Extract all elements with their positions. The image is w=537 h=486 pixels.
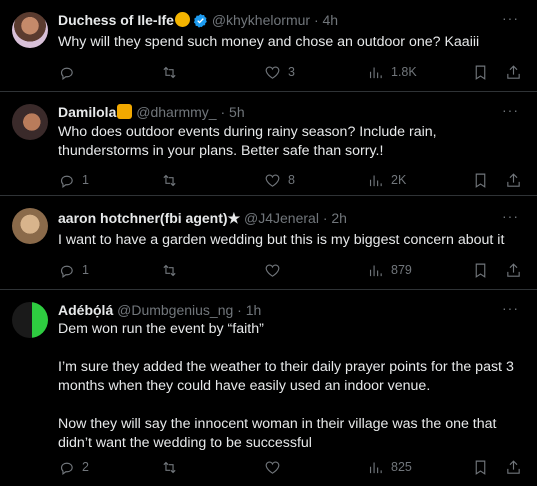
like-count: 8 <box>288 173 295 187</box>
views-icon <box>369 462 382 473</box>
author-name[interactable]: Adébọ́lá <box>58 302 113 318</box>
tweet-time[interactable]: 1h <box>246 302 262 318</box>
more-icon[interactable]: ··· <box>502 300 519 316</box>
star-icon: ★ <box>227 210 241 226</box>
more-icon[interactable]: ··· <box>502 208 519 224</box>
bookmark-icon <box>475 65 486 80</box>
tweet[interactable]: Adébọ́lá @Dumbgenius_ng · 1h ··· Dem won… <box>0 290 537 486</box>
avatar[interactable] <box>12 302 48 338</box>
tweet-text: Why will they spend such money and chose… <box>58 34 480 50</box>
reply-button[interactable] <box>58 62 82 82</box>
bookmark-icon <box>475 460 486 475</box>
heart-icon <box>265 66 280 79</box>
views-count: 1.8K <box>391 65 417 79</box>
reply-button[interactable]: 1 <box>58 260 89 280</box>
share-button[interactable] <box>505 170 522 190</box>
share-icon <box>507 172 520 187</box>
reply-icon <box>60 265 73 278</box>
bookmark-icon <box>475 263 486 278</box>
reply-icon <box>60 462 73 475</box>
tweet-time[interactable]: 4h <box>323 12 339 28</box>
share-icon <box>507 459 520 474</box>
like-button[interactable] <box>264 260 288 280</box>
author-handle[interactable]: @Dumbgenius_ng <box>117 302 233 318</box>
reply-icon <box>60 175 73 188</box>
views-count: 2K <box>391 173 407 187</box>
views-count: 825 <box>391 460 412 474</box>
tweet-text: Dem won run the event by “faith” I’m sur… <box>58 321 514 451</box>
tweet[interactable]: Duchess of Ile-Ife @khykhelormur · 4h ··… <box>0 0 537 92</box>
author-name[interactable]: Damilola <box>58 104 116 120</box>
share-icon <box>507 262 520 277</box>
like-button[interactable] <box>264 457 288 477</box>
share-button[interactable] <box>505 457 522 477</box>
reply-count: 2 <box>82 460 89 474</box>
reply-count: 1 <box>82 263 89 277</box>
retweet-button[interactable] <box>161 260 185 280</box>
heart-icon <box>265 264 280 277</box>
tweet[interactable]: aaron hotchner(fbi agent)★ @J4Jeneral · … <box>0 196 537 290</box>
author-handle[interactable]: @dharmmy_ <box>136 104 216 120</box>
more-icon[interactable]: ··· <box>502 102 519 118</box>
share-icon <box>507 64 520 79</box>
avatar[interactable] <box>12 12 48 48</box>
bookmark-icon <box>475 173 486 188</box>
views-icon <box>369 175 382 186</box>
tweet-time[interactable]: 2h <box>331 210 347 226</box>
bookmark-button[interactable] <box>472 62 489 82</box>
retweet-button[interactable] <box>161 457 185 477</box>
like-button[interactable]: 8 <box>264 170 295 190</box>
like-button[interactable]: 3 <box>264 62 295 82</box>
reply-button[interactable]: 2 <box>58 457 89 477</box>
bookmark-button[interactable] <box>472 260 489 280</box>
views-button[interactable]: 2K <box>367 170 406 190</box>
share-button[interactable] <box>505 62 522 82</box>
views-icon <box>369 67 382 78</box>
retweet-icon <box>163 66 176 78</box>
author-handle[interactable]: @J4Jeneral <box>244 210 319 226</box>
more-icon[interactable]: ··· <box>502 10 519 26</box>
reply-icon <box>60 67 73 80</box>
author-name[interactable]: Duchess of Ile-Ife <box>58 12 174 28</box>
reply-count: 1 <box>82 173 89 187</box>
share-button[interactable] <box>505 260 522 280</box>
reply-button[interactable]: 1 <box>58 170 89 190</box>
views-button[interactable]: 879 <box>367 260 412 280</box>
bookmark-button[interactable] <box>472 457 489 477</box>
views-icon <box>369 265 382 276</box>
tweet[interactable]: Damilola @dharmmy_ · 5h ··· Who does out… <box>0 92 537 196</box>
views-button[interactable]: 1.8K <box>367 62 417 82</box>
retweet-icon <box>163 174 176 186</box>
like-count: 3 <box>288 65 295 79</box>
retweet-icon <box>163 264 176 276</box>
heart-icon <box>265 461 280 474</box>
retweet-button[interactable] <box>161 170 185 190</box>
heart-icon <box>265 174 280 187</box>
bookmark-button[interactable] <box>472 170 489 190</box>
retweet-button[interactable] <box>161 62 185 82</box>
author-handle[interactable]: @khykhelormur <box>212 12 310 28</box>
emoji-icon <box>174 12 190 27</box>
verified-badge-icon <box>193 13 208 28</box>
avatar[interactable] <box>12 208 48 244</box>
views-button[interactable]: 825 <box>367 457 412 477</box>
tweet-time[interactable]: 5h <box>229 104 245 120</box>
views-count: 879 <box>391 263 412 277</box>
tweet-text: Who does outdoor events during rainy sea… <box>58 124 441 159</box>
emoji-icon <box>117 104 133 119</box>
tweet-text: I want to have a garden wedding but this… <box>58 232 505 248</box>
author-name[interactable]: aaron hotchner(fbi agent) <box>58 210 228 226</box>
retweet-icon <box>163 461 176 473</box>
avatar[interactable] <box>12 104 48 140</box>
